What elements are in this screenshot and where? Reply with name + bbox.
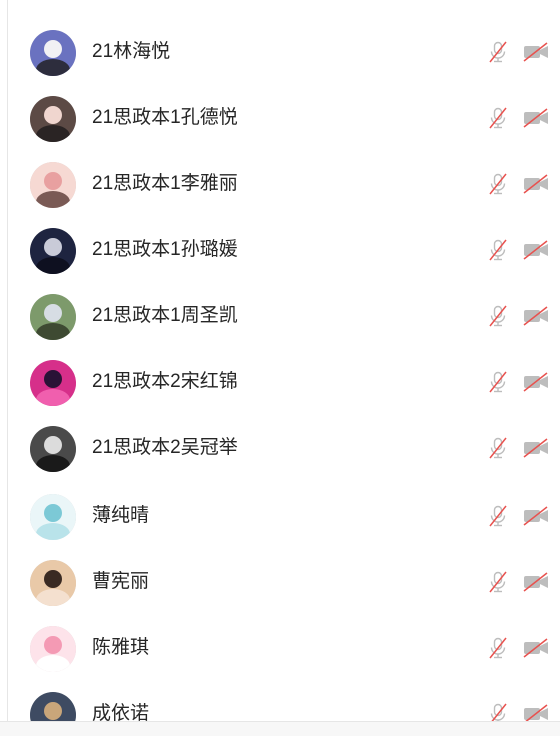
avatar [30,30,76,76]
mic-muted-icon[interactable] [486,370,510,394]
mic-muted-icon[interactable] [486,304,510,328]
camera-off-icon[interactable] [522,108,550,128]
participant-name: 陈雅琪 [92,637,150,658]
participant-name: 21思政本1孙璐媛 [92,239,238,260]
participant-name: 21思政本2吴冠举 [92,437,238,458]
participant-row[interactable]: 薄纯晴 [0,484,560,550]
participant-row[interactable]: 21思政本1周圣凯 [0,284,560,350]
participant-row[interactable]: 曹宪丽 [0,550,560,616]
camera-off-icon[interactable] [522,174,550,194]
participant-name: 薄纯晴 [92,505,150,526]
camera-off-icon[interactable] [522,438,550,458]
mic-muted-icon[interactable] [486,40,510,64]
participant-panel: 21林海悦 21思政本1孔德悦 21思政本1李雅丽 21思政本1孙璐媛 21思政… [0,0,560,736]
avatar [30,494,76,540]
avatar [30,294,76,340]
mic-muted-icon[interactable] [486,504,510,528]
avatar [30,626,76,672]
participant-row[interactable]: 21思政本1孙璐媛 [0,218,560,284]
participant-row[interactable]: 21思政本2吴冠举 [0,416,560,482]
mic-muted-icon[interactable] [486,172,510,196]
participant-name: 21思政本1孔德悦 [92,107,238,128]
avatar [30,228,76,274]
mic-muted-icon[interactable] [486,106,510,130]
mic-muted-icon[interactable] [486,570,510,594]
participant-name: 21思政本1周圣凯 [92,305,238,326]
participant-row[interactable]: 21思政本1孔德悦 [0,86,560,152]
camera-off-icon[interactable] [522,240,550,260]
camera-off-icon[interactable] [522,506,550,526]
participant-row[interactable]: 陈雅琪 [0,616,560,682]
camera-off-icon[interactable] [522,306,550,326]
camera-off-icon[interactable] [522,42,550,62]
camera-off-icon[interactable] [522,638,550,658]
mic-muted-icon[interactable] [486,436,510,460]
participant-row[interactable]: 21思政本1李雅丽 [0,152,560,218]
participant-name: 21思政本2宋红锦 [92,371,238,392]
participant-row[interactable]: 21思政本2宋红锦 [0,350,560,416]
panel-bottom-bar [0,721,560,736]
participant-name: 21思政本1李雅丽 [92,173,238,194]
mic-muted-icon[interactable] [486,636,510,660]
camera-off-icon[interactable] [522,572,550,592]
avatar [30,162,76,208]
participant-name: 21林海悦 [92,41,171,62]
avatar [30,96,76,142]
avatar [30,360,76,406]
participant-row[interactable]: 21林海悦 [0,20,560,86]
avatar [30,426,76,472]
avatar [30,560,76,606]
camera-off-icon[interactable] [522,372,550,392]
participant-name: 曹宪丽 [92,571,150,592]
mic-muted-icon[interactable] [486,238,510,262]
